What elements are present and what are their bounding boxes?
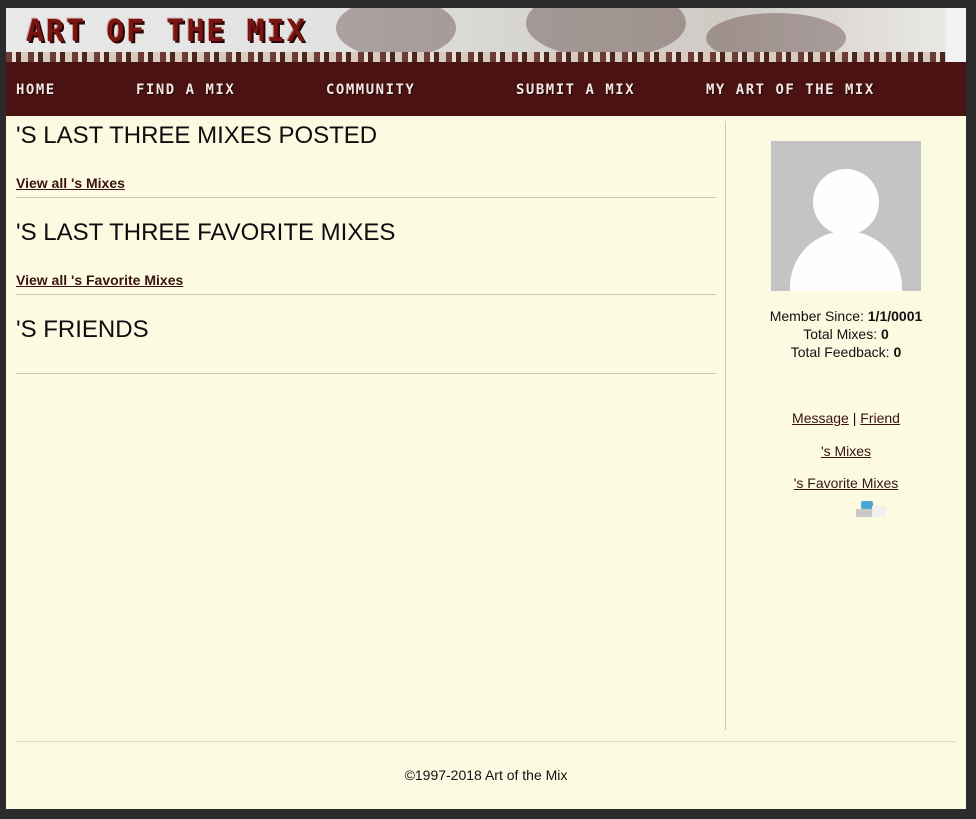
section-heading-favorite-mixes: 'S LAST THREE FAVORITE MIXES xyxy=(16,219,396,246)
total-feedback-label: Total Feedback: xyxy=(790,344,890,360)
section-divider xyxy=(16,294,716,295)
total-mixes: Total Mixes: 0 xyxy=(726,325,966,343)
banner-strip xyxy=(6,52,966,62)
message-link[interactable]: Message xyxy=(792,410,849,426)
section-heading-mixes-posted: 'S LAST THREE MIXES POSTED xyxy=(16,122,378,149)
total-feedback: Total Feedback: 0 xyxy=(726,343,966,361)
share-icon-part xyxy=(872,506,886,517)
main-nav: Home Find a Mix Community Submit a Mix M… xyxy=(6,62,966,116)
site-logo[interactable]: ART OF THE MIX xyxy=(26,14,307,49)
profile-actions: Message | Friend xyxy=(726,410,966,426)
avatar-body-shape xyxy=(790,231,902,291)
nav-my-art-of-the-mix[interactable]: My Art of the Mix xyxy=(706,82,875,98)
main-content: 'S LAST THREE MIXES POSTED View all 's M… xyxy=(16,116,716,730)
banner-texture xyxy=(526,8,686,58)
site-banner: ART OF THE MIX xyxy=(6,8,966,62)
section-divider xyxy=(16,197,716,198)
user-mixes-row: 's Mixes xyxy=(726,443,966,459)
friend-link[interactable]: Friend xyxy=(860,410,900,426)
total-feedback-value: 0 xyxy=(893,344,902,360)
member-since-value: 1/1/0001 xyxy=(867,308,923,324)
user-mixes-link[interactable]: 's Mixes xyxy=(821,443,871,459)
member-since-label: Member Since: xyxy=(769,308,864,324)
nav-submit-a-mix[interactable]: Submit a Mix xyxy=(516,82,635,98)
nav-find-a-mix[interactable]: Find a Mix xyxy=(136,82,235,98)
page: ART OF THE MIX Home Find a Mix Community… xyxy=(6,8,966,809)
member-since: Member Since: 1/1/0001 xyxy=(726,307,966,325)
nav-home[interactable]: Home xyxy=(16,82,56,98)
total-mixes-value: 0 xyxy=(881,326,889,342)
banner-edge xyxy=(946,8,966,62)
profile-stats: Member Since: 1/1/0001 Total Mixes: 0 To… xyxy=(726,307,966,361)
section-heading-friends: 'S FRIENDS xyxy=(16,316,149,343)
avatar xyxy=(771,141,921,291)
user-favorite-mixes-link[interactable]: 's Favorite Mixes xyxy=(794,475,899,491)
link-separator: | xyxy=(852,410,857,426)
section-divider xyxy=(16,373,716,374)
total-mixes-label: Total Mixes: xyxy=(803,326,878,342)
profile-sidebar: Member Since: 1/1/0001 Total Mixes: 0 To… xyxy=(726,116,966,730)
avatar-head-shape xyxy=(813,169,879,235)
share-icon-part xyxy=(856,509,872,517)
nav-community[interactable]: Community xyxy=(326,82,415,98)
user-favorite-mixes-row: 's Favorite Mixes xyxy=(726,475,966,491)
footer-copyright: ©1997-2018 Art of the Mix xyxy=(404,767,568,783)
banner-texture xyxy=(336,8,456,58)
share-icon[interactable] xyxy=(856,501,888,517)
view-all-favorite-mixes-link[interactable]: View all 's Favorite Mixes xyxy=(16,272,183,288)
footer-divider xyxy=(16,741,956,742)
view-all-mixes-link[interactable]: View all 's Mixes xyxy=(16,175,125,191)
